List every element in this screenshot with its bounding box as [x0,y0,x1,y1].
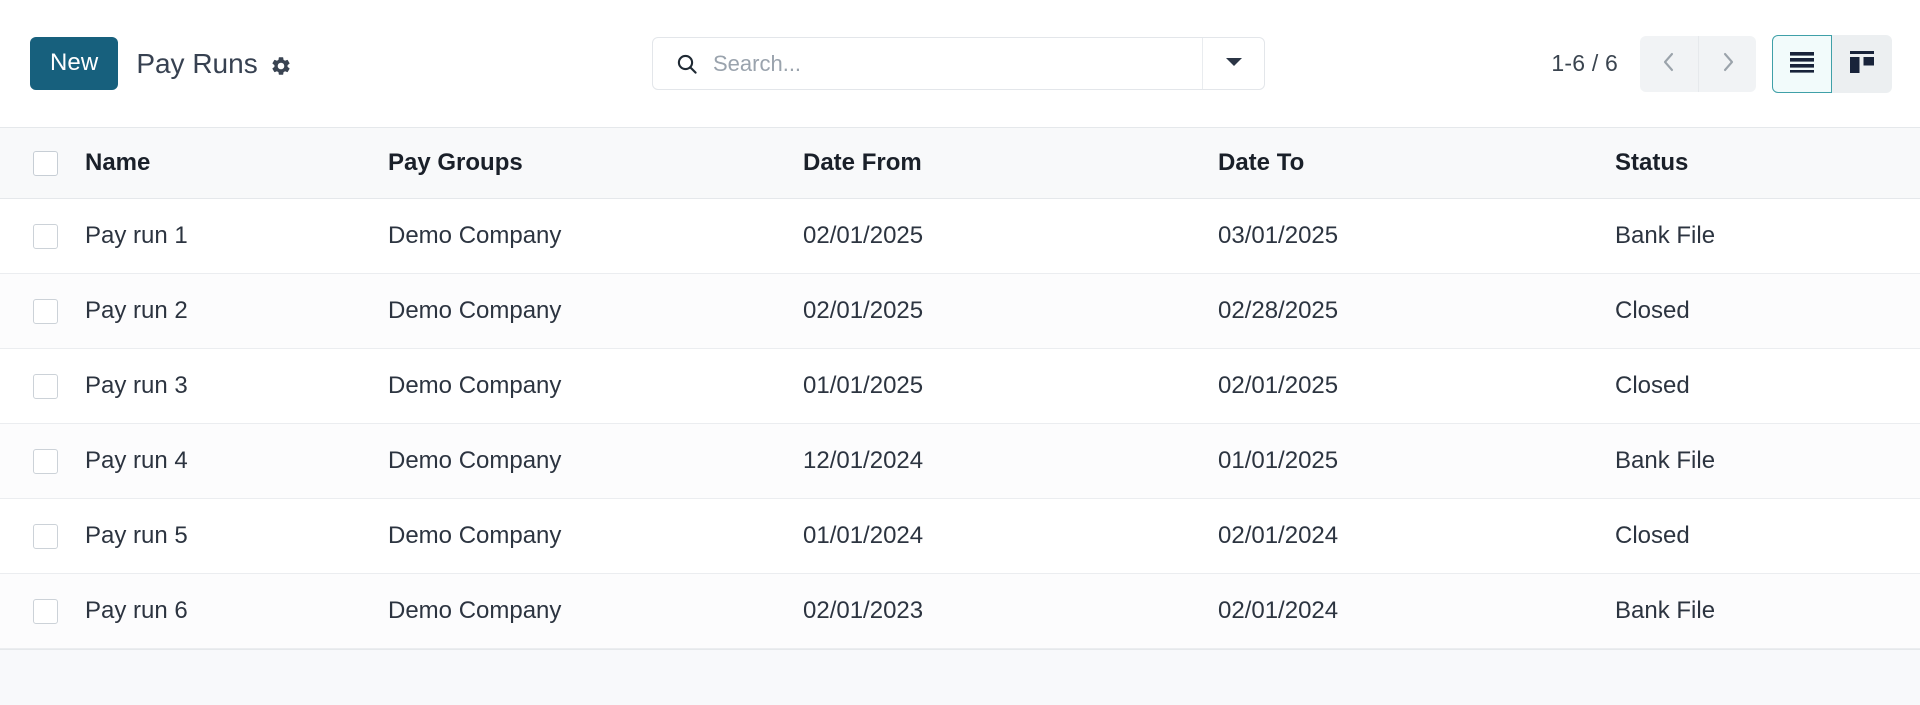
table-row[interactable]: Pay run 6 Demo Company 02/01/2023 02/01/… [0,573,1920,649]
cell-status: Closed [1615,372,1690,399]
row-select-cell [0,574,68,649]
cell-date-from: 12/01/2024 [803,447,924,474]
cell-pay-group: Demo Company [388,522,562,549]
pay-runs-table: Name Pay Groups Date From Date To Status… [0,127,1920,649]
cell-pay-group: Demo Company [388,222,562,249]
column-header-status[interactable]: Status [1597,128,1920,199]
cell-status: Closed [1615,522,1690,549]
table-row[interactable]: Pay run 2 Demo Company 02/01/2025 02/28/… [0,273,1920,349]
search-field[interactable] [653,38,1202,89]
row-select-cell [0,199,68,274]
cell-date-from: 02/01/2025 [803,297,924,324]
cell-date-to: 02/01/2025 [1218,372,1339,399]
cell-date-to: 02/01/2024 [1218,597,1339,624]
select-all-cell [0,128,68,199]
list-table-container: Name Pay Groups Date From Date To Status… [0,127,1920,705]
table-row[interactable]: Pay run 4 Demo Company 12/01/2024 01/01/… [0,423,1920,499]
cell-date-from: 01/01/2024 [803,522,924,549]
row-select-cell [0,424,68,499]
page-title: Pay Runs [136,47,258,79]
cell-name: Pay run 2 [85,297,188,324]
cell-name: Pay run 5 [85,522,188,549]
gear-icon[interactable] [270,55,292,77]
new-button[interactable]: New [30,37,119,90]
table-header: Name Pay Groups Date From Date To Status [0,127,1920,199]
pager-count: 1-6 / 6 [1551,50,1618,76]
pager-next-button[interactable] [1698,35,1756,92]
table-row[interactable]: Pay run 1 Demo Company 02/01/2025 03/01/… [0,198,1920,274]
cell-status: Bank File [1615,597,1716,624]
search-bar [652,37,1265,90]
column-header-pay-groups[interactable]: Pay Groups [370,128,785,199]
cell-date-to: 01/01/2025 [1218,447,1339,474]
row-select-cell [0,499,68,574]
table-row[interactable]: Pay run 3 Demo Company 01/01/2025 02/01/… [0,348,1920,424]
column-header-date-from[interactable]: Date From [785,128,1200,199]
control-panel-left: New Pay Runs [30,37,292,90]
list-view-icon [1789,51,1815,76]
list-view-button[interactable] [1772,34,1832,93]
control-panel-right: 1-6 / 6 [1551,34,1892,93]
search-input[interactable] [713,50,1184,77]
cell-date-from: 02/01/2025 [803,222,924,249]
cell-pay-group: Demo Company [388,297,562,324]
select-all-checkbox[interactable] [33,151,58,177]
row-checkbox[interactable] [33,374,58,400]
row-checkbox[interactable] [33,224,58,250]
cell-name: Pay run 6 [85,597,188,624]
kanban-view-button[interactable] [1832,34,1892,93]
cell-date-from: 02/01/2023 [803,597,924,624]
cell-name: Pay run 3 [85,372,188,399]
table-row[interactable]: Pay run 5 Demo Company 01/01/2024 02/01/… [0,498,1920,574]
table-body: Pay run 1 Demo Company 02/01/2025 03/01/… [0,198,1920,649]
pay-runs-list-view: New Pay Runs Search... 1-6 / 6 Name Pay … [0,0,1920,705]
pager-previous-button[interactable] [1640,35,1698,92]
caret-down-icon [1224,55,1244,73]
cell-status: Bank File [1615,447,1716,474]
row-checkbox[interactable] [33,524,58,550]
cell-date-to: 02/01/2024 [1218,522,1339,549]
cell-name: Pay run 1 [85,222,188,249]
cell-date-to: 03/01/2025 [1218,222,1339,249]
view-switcher [1772,34,1892,93]
cell-status: Closed [1615,297,1690,324]
row-select-cell [0,349,68,424]
search-icon [675,52,699,76]
cell-name: Pay run 4 [85,447,188,474]
column-header-name[interactable]: Name [68,128,370,199]
column-header-date-to[interactable]: Date To [1200,128,1597,199]
cell-date-from: 01/01/2025 [803,372,924,399]
cell-pay-group: Demo Company [388,372,562,399]
row-select-cell [0,274,68,349]
cell-status: Bank File [1615,222,1716,249]
kanban-view-icon [1849,50,1875,77]
search-dropdown-toggle[interactable] [1202,38,1264,89]
row-checkbox[interactable] [33,299,58,325]
row-checkbox[interactable] [33,449,58,475]
chevron-right-icon [1717,48,1739,79]
table-footer-area [0,649,1920,705]
cell-pay-group: Demo Company [388,597,562,624]
chevron-left-icon [1658,48,1680,79]
cell-pay-group: Demo Company [388,447,562,474]
control-panel: New Pay Runs Search... 1-6 / 6 [0,0,1920,127]
table-header-row: Name Pay Groups Date From Date To Status [0,127,1920,199]
row-checkbox[interactable] [33,599,58,625]
cell-date-to: 02/28/2025 [1218,297,1339,324]
